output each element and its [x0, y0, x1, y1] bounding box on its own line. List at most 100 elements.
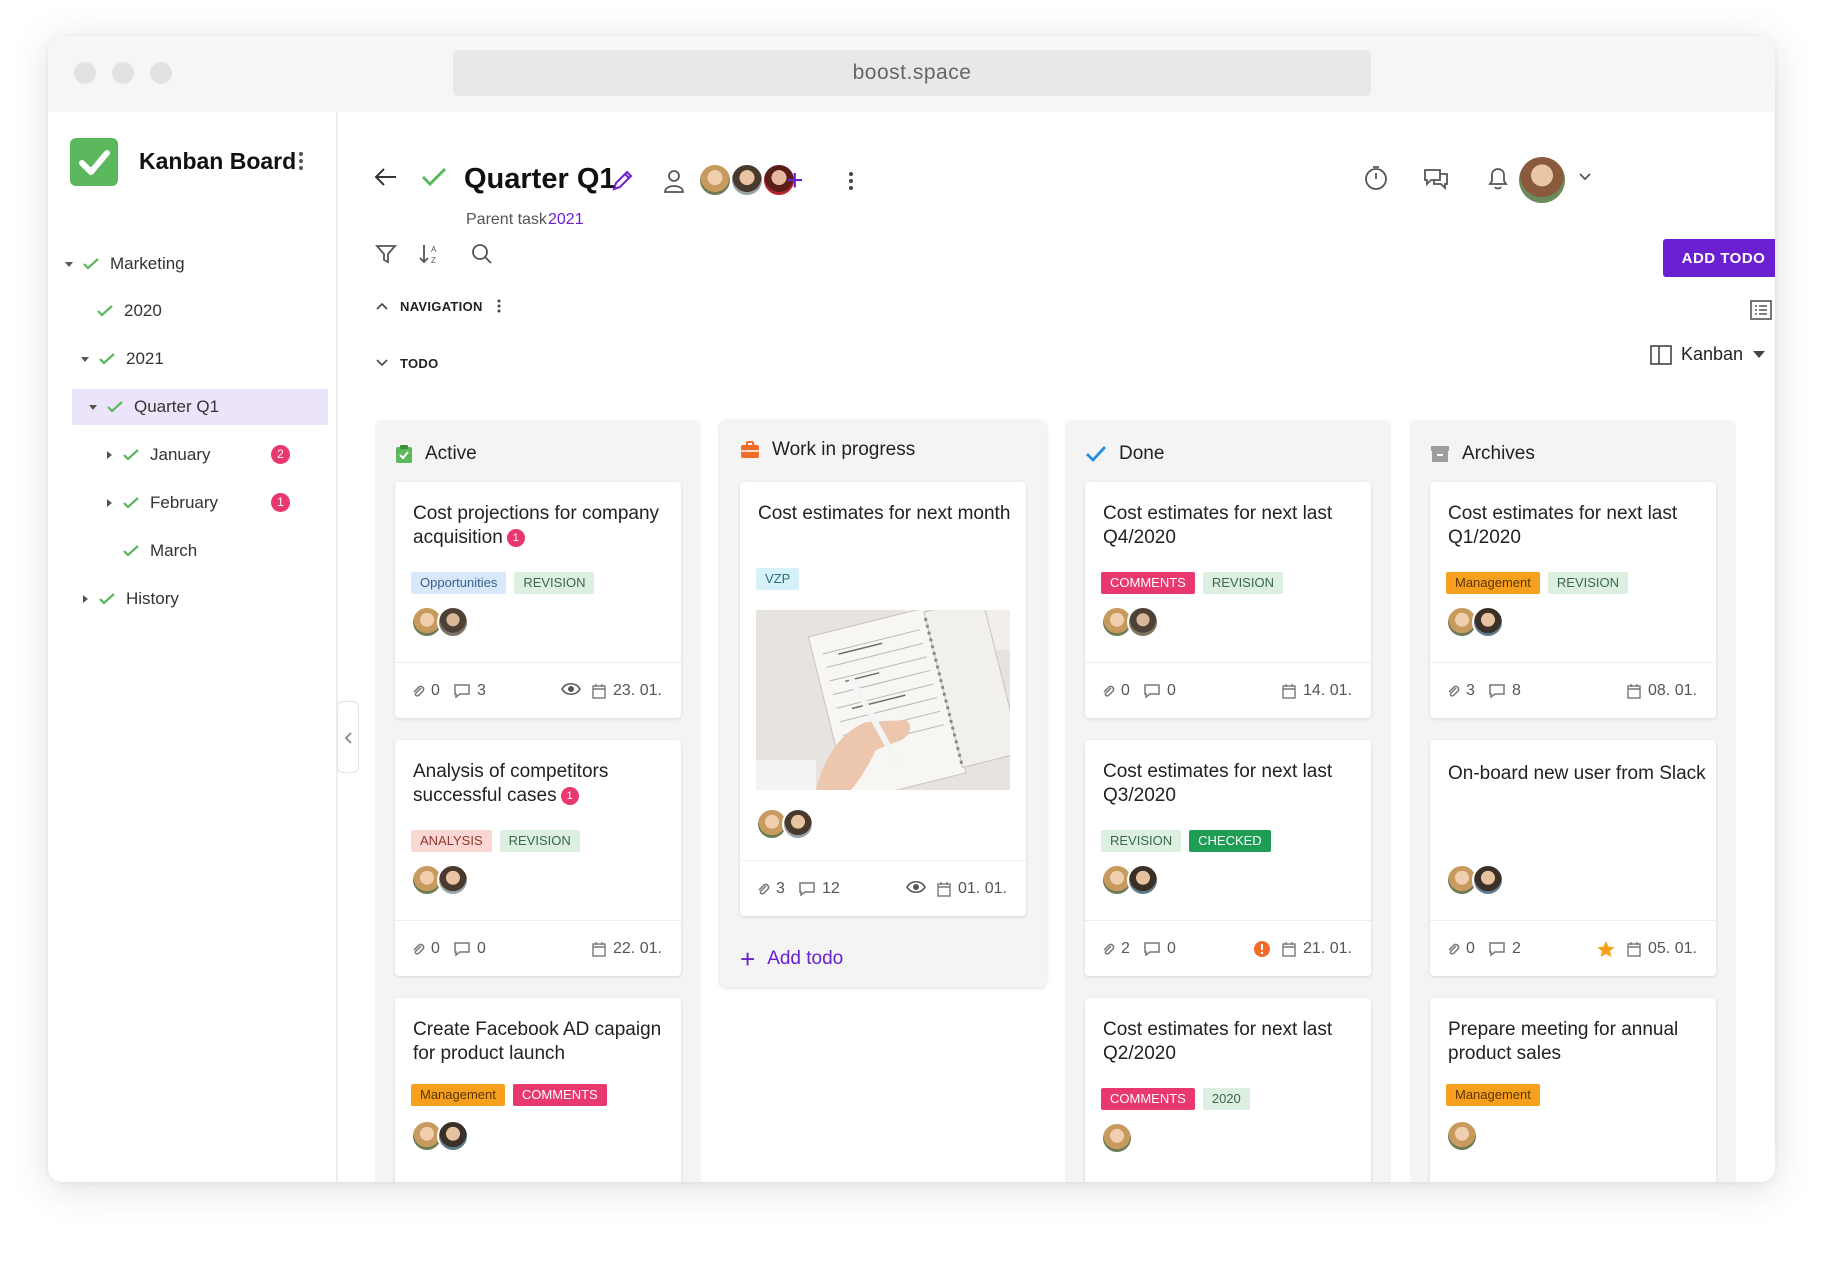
tag[interactable]: CHECKED [1189, 830, 1271, 852]
navigation-section-toggle[interactable]: NAVIGATION [376, 294, 513, 318]
sidebar-item-quarter-q1[interactable]: Quarter Q1 [72, 389, 328, 425]
add-todo-link[interactable]: + Add todo [740, 944, 843, 974]
sidebar-item-2020[interactable]: 2020 [96, 293, 162, 329]
task-card[interactable]: Cost projections for company acquisition… [395, 482, 681, 718]
window-minimize-dot[interactable] [112, 62, 134, 84]
paperclip-icon [413, 685, 425, 697]
edit-pencil-icon[interactable] [610, 169, 634, 193]
filter-icon[interactable] [374, 242, 398, 266]
comment-icon [1489, 684, 1505, 699]
sidebar-item-march[interactable]: March [122, 533, 197, 569]
tag[interactable]: REVISION [1202, 572, 1283, 594]
avatar[interactable] [1472, 864, 1504, 896]
calendar-icon [1282, 684, 1296, 699]
sidebar-item-label: Quarter Q1 [134, 397, 220, 416]
sidebar-more-icon[interactable] [298, 150, 304, 172]
view-switcher[interactable]: Kanban [1650, 344, 1766, 365]
plus-icon: + [740, 944, 756, 974]
caret-down-icon[interactable] [64, 259, 74, 269]
back-arrow-icon[interactable] [374, 167, 398, 187]
watch-indicator[interactable] [906, 880, 932, 894]
avatar[interactable] [698, 163, 732, 197]
task-status-check-icon[interactable] [420, 165, 448, 189]
task-card[interactable]: Cost estimates for next last Q3/2020 REV… [1085, 740, 1371, 976]
favorite-indicator[interactable] [1596, 940, 1622, 958]
tag[interactable]: COMMENTS [512, 1084, 607, 1106]
window-close-dot[interactable] [74, 62, 96, 84]
caret-right-icon[interactable] [104, 498, 114, 508]
sidebar-item-2021[interactable]: 2021 [80, 341, 164, 377]
tag[interactable]: REVISION [514, 572, 595, 594]
chat-icon[interactable] [1422, 164, 1450, 192]
assignee-user-icon[interactable] [662, 168, 686, 194]
parent-task-label: Parent task [466, 211, 547, 228]
more-options-icon[interactable] [848, 170, 854, 192]
caret-right-icon[interactable] [104, 450, 114, 460]
sidebar-item-january[interactable]: January [104, 437, 210, 473]
parent-task-link[interactable]: 2021 [548, 211, 584, 229]
tag[interactable]: Opportunities [411, 572, 507, 594]
task-card[interactable]: Analysis of competitors successful cases… [395, 740, 681, 976]
sidebar-item-history[interactable]: History [80, 581, 179, 617]
avatar[interactable] [1446, 1120, 1478, 1152]
avatar[interactable] [437, 1120, 469, 1152]
task-card[interactable]: Cost estimates for next last Q4/2020 COM… [1085, 482, 1371, 718]
add-member-plus-icon[interactable]: + [786, 166, 804, 196]
watch-indicator[interactable] [561, 682, 587, 696]
tag[interactable]: REVISION [1101, 830, 1182, 852]
card-assignees [411, 606, 469, 638]
card-title: On-board new user from Slack [1448, 763, 1706, 784]
card-title: Cost estimates for next last Q4/2020 [1103, 503, 1333, 548]
tag[interactable]: REVISION [499, 830, 580, 852]
search-icon[interactable] [470, 242, 494, 266]
avatar[interactable] [730, 163, 764, 197]
task-card[interactable]: Cost estimates for next last Q1/2020 Man… [1430, 482, 1716, 718]
tag[interactable]: Management [1446, 572, 1540, 594]
bell-icon[interactable] [1484, 164, 1512, 192]
task-card[interactable]: Cost estimates for next month VZP 3 12 0… [740, 482, 1026, 916]
comment-icon [799, 882, 815, 897]
avatar[interactable] [437, 864, 469, 896]
todo-section-toggle[interactable]: TODO [376, 351, 439, 375]
tag[interactable]: COMMENTS [1101, 1088, 1195, 1110]
priority-indicator[interactable] [1253, 940, 1277, 958]
task-card[interactable]: Prepare meeting for annual product sales… [1430, 998, 1716, 1182]
url-bar[interactable]: boost.space [453, 50, 1371, 96]
add-todo-button[interactable]: ADD TODO [1663, 239, 1775, 277]
svg-text:Z: Z [431, 256, 436, 265]
avatar[interactable] [1472, 606, 1504, 638]
check-icon [123, 545, 139, 557]
user-avatar[interactable] [1519, 157, 1565, 203]
task-card[interactable]: Cost estimates for next last Q2/2020 COM… [1085, 998, 1371, 1182]
navigation-more-icon[interactable] [497, 299, 501, 313]
avatar[interactable] [437, 606, 469, 638]
paperclip-icon [1448, 943, 1460, 955]
check-icon [1086, 446, 1107, 463]
task-card[interactable]: On-board new user from Slack 0 2 05. 01. [1430, 740, 1716, 976]
task-card[interactable]: Create Facebook AD capaign for product l… [395, 998, 681, 1182]
caret-right-icon[interactable] [80, 594, 90, 604]
sidebar-item-marketing[interactable]: Marketing [64, 246, 185, 282]
timer-icon[interactable] [1362, 164, 1390, 192]
tag[interactable]: 2020 [1202, 1088, 1250, 1110]
avatar[interactable] [1127, 606, 1159, 638]
tag[interactable]: Management [1446, 1084, 1540, 1106]
card-title-text: Cost projections for company acquisition [413, 503, 660, 548]
sidebar-item-february[interactable]: February [104, 485, 218, 521]
window-maximize-dot[interactable] [150, 62, 172, 84]
avatar[interactable] [1127, 864, 1159, 896]
list-view-icon[interactable] [1750, 300, 1772, 320]
tag[interactable]: ANALYSIS [411, 830, 492, 852]
sort-icon[interactable]: AZ [418, 242, 442, 266]
tag[interactable]: VZP [756, 568, 800, 590]
tag[interactable]: REVISION [1547, 572, 1629, 594]
tag[interactable]: COMMENTS [1101, 572, 1195, 594]
avatar[interactable] [1101, 1122, 1133, 1154]
chevron-down-icon[interactable] [1578, 172, 1592, 182]
avatar[interactable] [782, 808, 814, 840]
caret-down-icon[interactable] [88, 402, 98, 412]
tag[interactable]: Management [411, 1084, 505, 1106]
paperclip-icon [1448, 685, 1460, 697]
caret-down-icon[interactable] [80, 354, 90, 364]
browser-titlebar: boost.space [48, 36, 1775, 112]
